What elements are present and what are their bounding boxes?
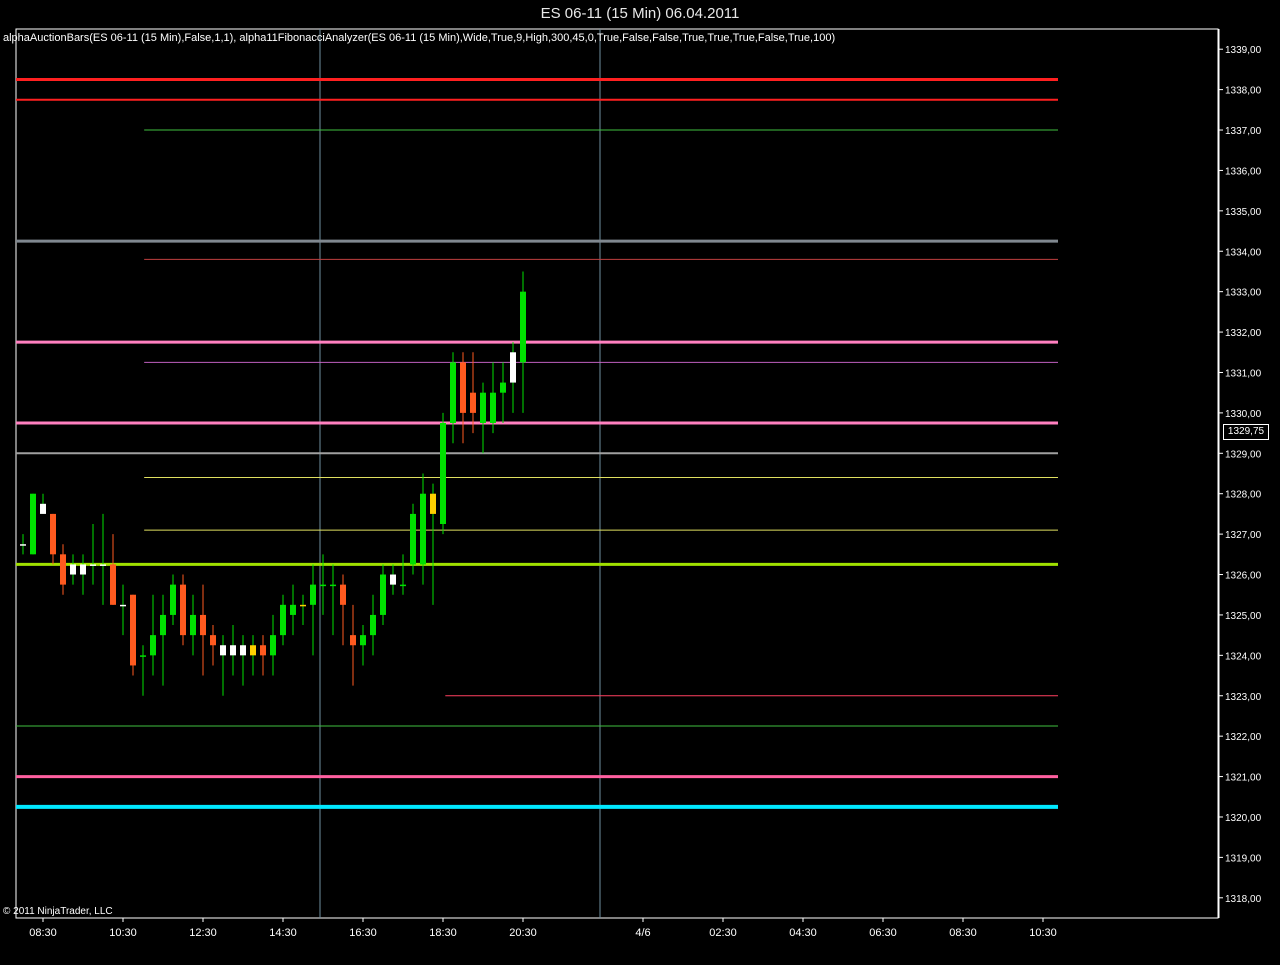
- candle-body: [20, 544, 26, 546]
- candle-body: [30, 493, 36, 555]
- candle-body: [460, 362, 466, 413]
- candle-body: [60, 554, 66, 585]
- candle-body: [210, 635, 216, 646]
- candle-body: [160, 614, 166, 636]
- candle-body: [80, 564, 86, 575]
- candle-body: [450, 362, 456, 423]
- price-chart[interactable]: 1339,00 1338,00 1337,00 1336,00 1335,00 1334,…: [0, 0, 1280, 965]
- candle-body: [410, 513, 416, 565]
- candle-body: [500, 382, 506, 393]
- y-tick-label: 1319,00: [1225, 853, 1262, 864]
- candle-body: [360, 635, 366, 646]
- y-tick-label: 1327,00: [1225, 530, 1262, 541]
- candle-body: [370, 614, 376, 636]
- y-tick-label: 1329,00: [1225, 449, 1262, 460]
- y-tick-label: 1339,00: [1225, 45, 1262, 56]
- candle-body: [380, 574, 386, 615]
- y-tick-label: 1331,00: [1225, 368, 1262, 379]
- candle-body: [400, 584, 406, 587]
- candle-body: [290, 604, 296, 615]
- x-tick-label: 18:30: [429, 927, 457, 939]
- candle-body: [330, 584, 336, 587]
- x-tick-label: 06:30: [869, 927, 897, 939]
- candle-body: [130, 594, 136, 666]
- y-tick-label: 1318,00: [1225, 894, 1262, 905]
- x-tick-label: 02:30: [709, 927, 737, 939]
- y-tick-label: 1324,00: [1225, 651, 1262, 662]
- x-tick-label: 4/6: [635, 927, 650, 939]
- candle-body: [150, 635, 156, 656]
- candle-body: [230, 645, 236, 656]
- candle-body: [470, 392, 476, 413]
- x-tick-label: 16:30: [349, 927, 377, 939]
- candle-body: [260, 645, 266, 656]
- plot-frame: [15, 28, 1219, 919]
- y-tick-label: 1334,00: [1225, 247, 1262, 258]
- x-tick-label: 10:30: [1029, 927, 1057, 939]
- copyright-text: © 2011 NinjaTrader, LLC: [3, 906, 113, 917]
- x-tick-label: 10:30: [109, 927, 137, 939]
- y-tick-label: 1326,00: [1225, 571, 1262, 582]
- candle-body: [490, 392, 496, 423]
- y-tick-label: 1337,00: [1225, 126, 1262, 137]
- y-tick-label: 1325,00: [1225, 611, 1262, 622]
- candle-body: [250, 645, 256, 656]
- candle-body: [40, 503, 46, 514]
- y-tick-label: 1321,00: [1225, 773, 1262, 784]
- candle-body: [430, 493, 436, 514]
- candle-body: [520, 291, 526, 363]
- candle-body: [180, 584, 186, 636]
- x-tick-label: 04:30: [789, 927, 817, 939]
- last-price-tag: 1329,75: [1223, 424, 1269, 440]
- candle-body: [170, 584, 176, 615]
- candle-body: [90, 564, 96, 566]
- candle-body: [220, 645, 226, 656]
- candle-body: [190, 614, 196, 636]
- candle-body: [100, 564, 106, 566]
- y-tick-label: 1320,00: [1225, 813, 1262, 824]
- x-tick-label: 12:30: [189, 927, 217, 939]
- candle-body: [350, 635, 356, 646]
- candle-body: [320, 584, 326, 587]
- x-tick-label: 14:30: [269, 927, 297, 939]
- candle-body: [140, 655, 146, 657]
- candle-body: [300, 604, 306, 607]
- x-tick-label: 08:30: [949, 927, 977, 939]
- y-tick-label: 1335,00: [1225, 207, 1262, 218]
- candle-body: [340, 584, 346, 605]
- y-tick-label: 1336,00: [1225, 166, 1262, 177]
- y-tick-label: 1333,00: [1225, 288, 1262, 299]
- candle-body: [310, 584, 316, 605]
- y-tick-label: 1323,00: [1225, 692, 1262, 703]
- y-tick-label: 1330,00: [1225, 409, 1262, 420]
- candle-body: [120, 604, 126, 607]
- candle-body: [420, 493, 426, 565]
- candle-body: [50, 513, 56, 555]
- x-tick-label: 08:30: [29, 927, 57, 939]
- y-tick-label: 1322,00: [1225, 732, 1262, 743]
- candle-body: [510, 352, 516, 383]
- candle-body: [240, 645, 246, 656]
- candle-body: [440, 422, 446, 525]
- candle-body: [270, 635, 276, 656]
- candle-body: [280, 604, 286, 636]
- x-tick-label: 20:30: [509, 927, 537, 939]
- indicator-label: alphaAuctionBars(ES 06-11 (15 Min),False…: [3, 32, 836, 44]
- candle-body: [200, 614, 206, 636]
- y-tick-label: 1332,00: [1225, 328, 1262, 339]
- y-tick-label: 1338,00: [1225, 86, 1262, 97]
- candle-body: [390, 574, 396, 585]
- candle-body: [110, 564, 116, 605]
- y-tick-label: 1328,00: [1225, 490, 1262, 501]
- candle-body: [70, 564, 76, 575]
- candle-body: [480, 392, 486, 423]
